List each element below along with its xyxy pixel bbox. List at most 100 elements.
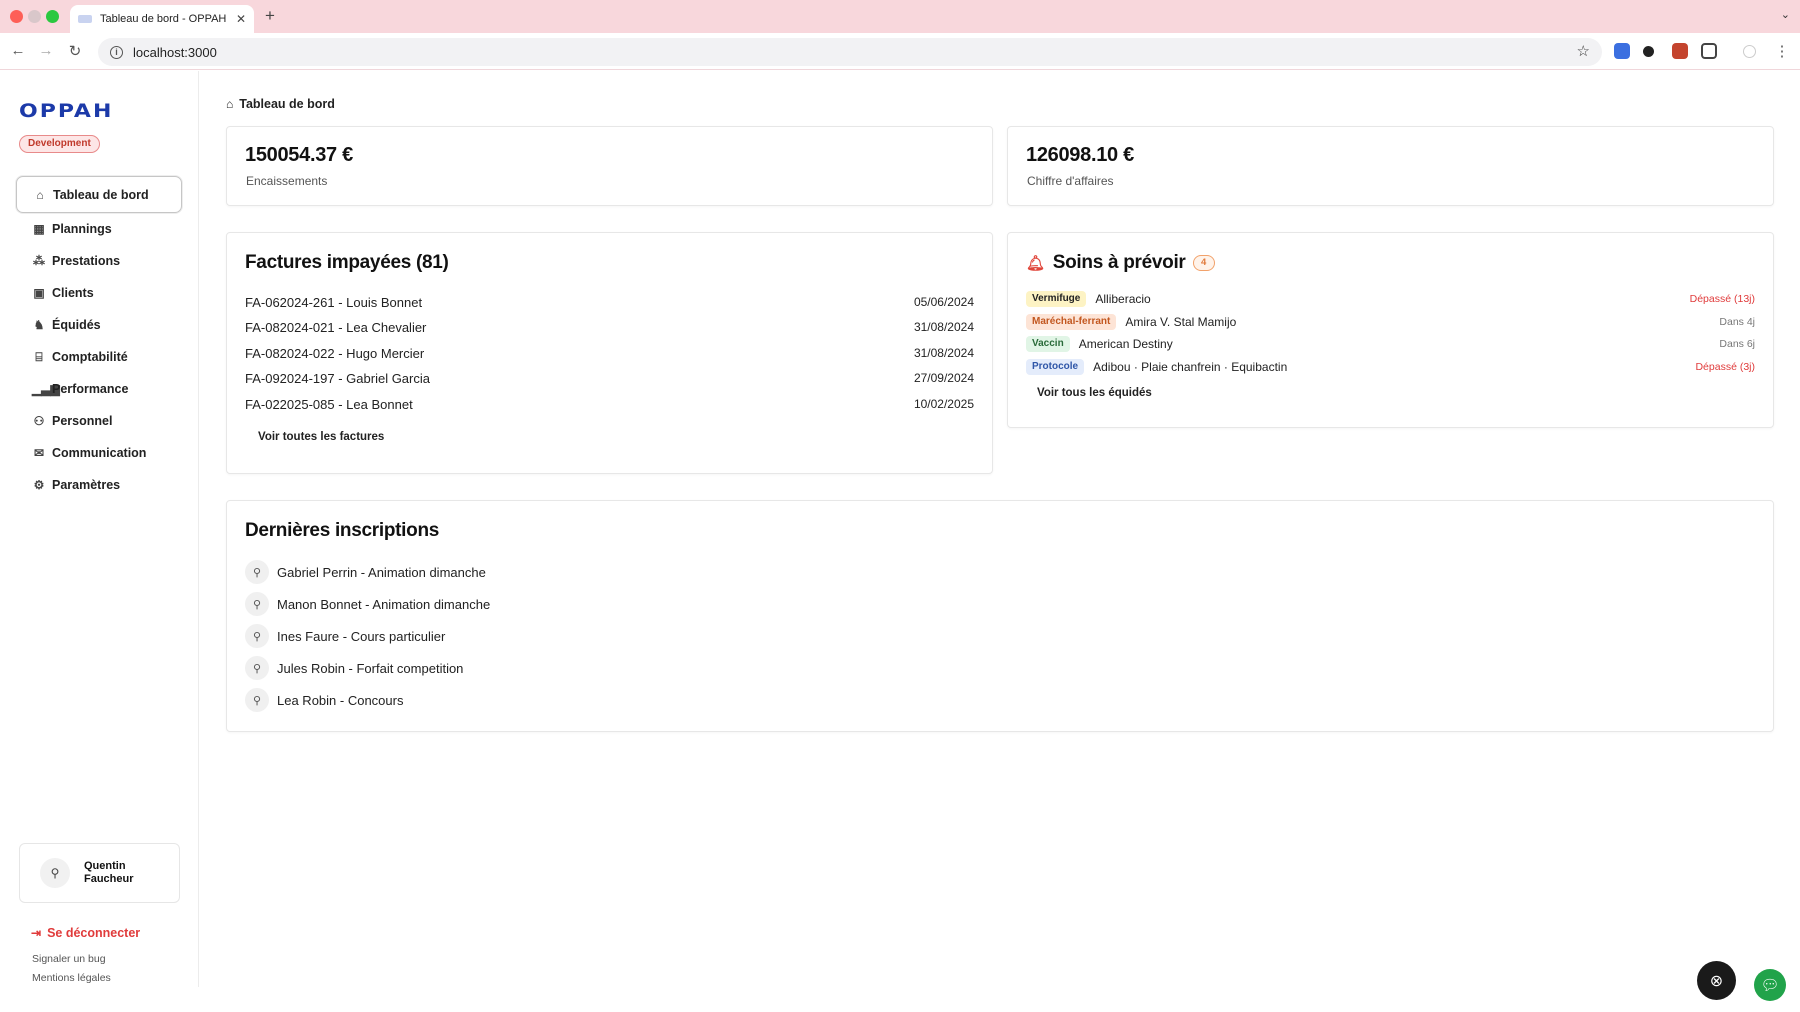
care-row[interactable]: Protocole Adibou · Plaie chanfrein · Equ… [1026,358,1755,376]
bar-chart-icon: ▁▃▆ [32,382,60,396]
site-info-icon[interactable]: i [110,45,123,59]
favicon-icon [78,15,92,23]
care-card: 🔔︎ Soins à prévoir 4 Vermifuge Alliberac… [1007,232,1774,428]
invoice-label: FA-092024-197 - Gabriel Garcia [245,370,430,386]
close-tab-icon[interactable]: ✕ [236,12,246,26]
sidebar-item-label: Clients [52,286,94,300]
sidebar-item-plannings[interactable]: ▦ Plannings [16,213,182,245]
collections-card: 150054.37 € Encaissements [226,126,993,206]
breadcrumb: ⌂ Tableau de bord [226,97,335,111]
invoice-row[interactable]: FA-082024-022 - Hugo Mercier 31/08/2024 [245,343,974,363]
care-due: Dans 6j [1719,338,1755,350]
user-icon: ⚲ [245,592,269,616]
home-icon[interactable]: ⌂ [226,97,233,111]
chat-button[interactable]: 💬︎ [1754,969,1786,1001]
logout-button[interactable]: ⇥ Se déconnecter [31,926,140,940]
invoice-date: 10/02/2025 [913,397,974,411]
user-icon: ⚲ [40,858,70,888]
view-all-invoices-button[interactable]: Voir toutes les factures [258,431,384,443]
registration-row[interactable]: ⚲ Lea Robin - Concours [245,687,403,713]
sidebar-item-label: Comptabilité [52,350,128,364]
horse-name: Adibou · Plaie chanfrein · Equibactin [1093,360,1288,374]
registration-row[interactable]: ⚲ Gabriel Perrin - Animation dimanche [245,559,486,585]
browser-menu-icon[interactable]: ⋮ [1772,42,1792,60]
sidebar-item-parametres[interactable]: ⚙ Paramètres [16,469,182,501]
invoice-date: 05/06/2024 [913,295,974,309]
minimize-window-button[interactable] [28,10,41,23]
extension-1-icon[interactable] [1614,43,1630,59]
registration-label: Manon Bonnet - Animation dimanche [277,596,491,612]
registration-row[interactable]: ⚲ Manon Bonnet - Animation dimanche [245,591,490,617]
extension-3-icon[interactable] [1672,43,1688,59]
registrations-title: Dernières inscriptions [245,520,440,541]
view-all-horses-button[interactable]: Voir tous les équidés [1037,387,1152,399]
care-row[interactable]: Maréchal-ferrant Amira V. Stal Mamijo Da… [1026,313,1755,331]
tab-search-icon[interactable]: ⌄ [1781,8,1790,21]
revenue-value: 126098.10 € [1026,144,1134,166]
bookmark-star-icon[interactable]: ☆ [1577,42,1590,60]
breadcrumb-label: Tableau de bord [239,97,335,111]
invoice-row[interactable]: FA-082024-021 - Lea Chevalier 31/08/2024 [245,317,974,337]
sidebar-item-clients[interactable]: ▣ Clients [16,277,182,309]
reload-icon[interactable]: ↻ [65,42,85,60]
sidebar-item-prestations[interactable]: ⁂ Prestations [16,245,182,277]
sidebar-nav: ⌂ Tableau de bord ▦ Plannings ⁂ Prestati… [16,176,182,501]
back-icon[interactable]: ← [8,42,28,59]
sidebar-item-performance[interactable]: ▁▃▆ Performance [16,373,182,405]
address-bar[interactable]: i localhost:3000 ☆ [98,38,1602,66]
home-icon: ⌂ [36,187,44,202]
registration-label: Jules Robin - Forfait competition [277,660,464,676]
sidebar-item-label: Prestations [52,254,121,268]
extension-2-icon[interactable] [1643,46,1654,57]
browser-tab-bar: Tableau de bord - OPPAH ✕ + ⌄ [0,0,1800,33]
forward-icon[interactable]: → [36,42,56,59]
legal-notice-link[interactable]: Mentions légales [32,972,111,984]
care-title: Soins à prévoir [1052,252,1186,273]
revenue-card: 126098.10 € Chiffre d'affaires [1007,126,1774,206]
boxes-icon: ⁂ [33,254,45,268]
logout-label: Se déconnecter [47,926,141,940]
sidebar-item-label: Équidés [52,318,101,332]
user-icon: ⚲ [245,560,269,584]
care-row[interactable]: Vermifuge Alliberacio Dépassé (13j) [1026,290,1755,308]
sidebar-item-label: Communication [52,446,147,460]
sidebar-item-personnel[interactable]: ⚇ Personnel [16,405,182,437]
users-icon: ⚇ [33,414,45,428]
extensions-puzzle-icon[interactable] [1701,43,1717,59]
sidebar-item-comptabilite[interactable]: ⌸ Comptabilité [16,341,182,373]
maximize-window-button[interactable] [46,10,59,23]
care-count-badge: 4 [1192,255,1215,271]
profile-sync-icon[interactable] [1743,45,1756,58]
invoice-row[interactable]: FA-022025-085 - Lea Bonnet 10/02/2025 [245,394,974,414]
invoice-row[interactable]: FA-092024-197 - Gabriel Garcia 27/09/202… [245,368,974,388]
user-card[interactable]: ⚲ Quentin Faucheur [19,843,180,903]
invoice-label: FA-062024-261 - Louis Bonnet [245,294,423,310]
environment-badge: Development [19,135,100,153]
report-bug-link[interactable]: Signaler un bug [32,953,106,965]
registration-label: Gabriel Perrin - Animation dimanche [277,564,486,580]
help-lifebuoy-button[interactable]: ⊗ [1697,961,1736,1000]
bank-icon: ⌸ [35,349,43,364]
browser-tab[interactable]: Tableau de bord - OPPAH ✕ [70,5,254,33]
invoice-row[interactable]: FA-062024-261 - Louis Bonnet 05/06/2024 [245,292,974,312]
new-tab-icon[interactable]: + [265,6,275,26]
sidebar-item-equides[interactable]: ♞ Équidés [16,309,182,341]
invoice-label: FA-022025-085 - Lea Bonnet [245,396,413,412]
tab-title: Tableau de bord - OPPAH [100,13,227,25]
care-row[interactable]: Vaccin American Destiny Dans 6j [1026,335,1755,353]
horse-name: Amira V. Stal Mamijo [1125,315,1237,329]
registration-row[interactable]: ⚲ Ines Faure - Cours particulier [245,623,445,649]
logout-icon: ⇥ [31,926,42,940]
chat-bubble-icon: 💬︎ [1760,977,1780,994]
close-window-button[interactable] [10,10,23,23]
horse-name: American Destiny [1078,337,1173,351]
lifebuoy-icon: ⊗ [1709,972,1724,990]
user-name: Quentin Faucheur [84,860,134,885]
revenue-label: Chiffre d'affaires [1027,174,1114,188]
invoice-label: FA-082024-021 - Lea Chevalier [245,319,427,335]
registration-row[interactable]: ⚲ Jules Robin - Forfait competition [245,655,463,681]
sidebar-item-label: Paramètres [52,478,121,492]
oppah-logo[interactable]: OPPAH [19,101,113,122]
sidebar-item-dashboard[interactable]: ⌂ Tableau de bord [16,176,182,213]
sidebar-item-communication[interactable]: ✉ Communication [16,437,182,469]
